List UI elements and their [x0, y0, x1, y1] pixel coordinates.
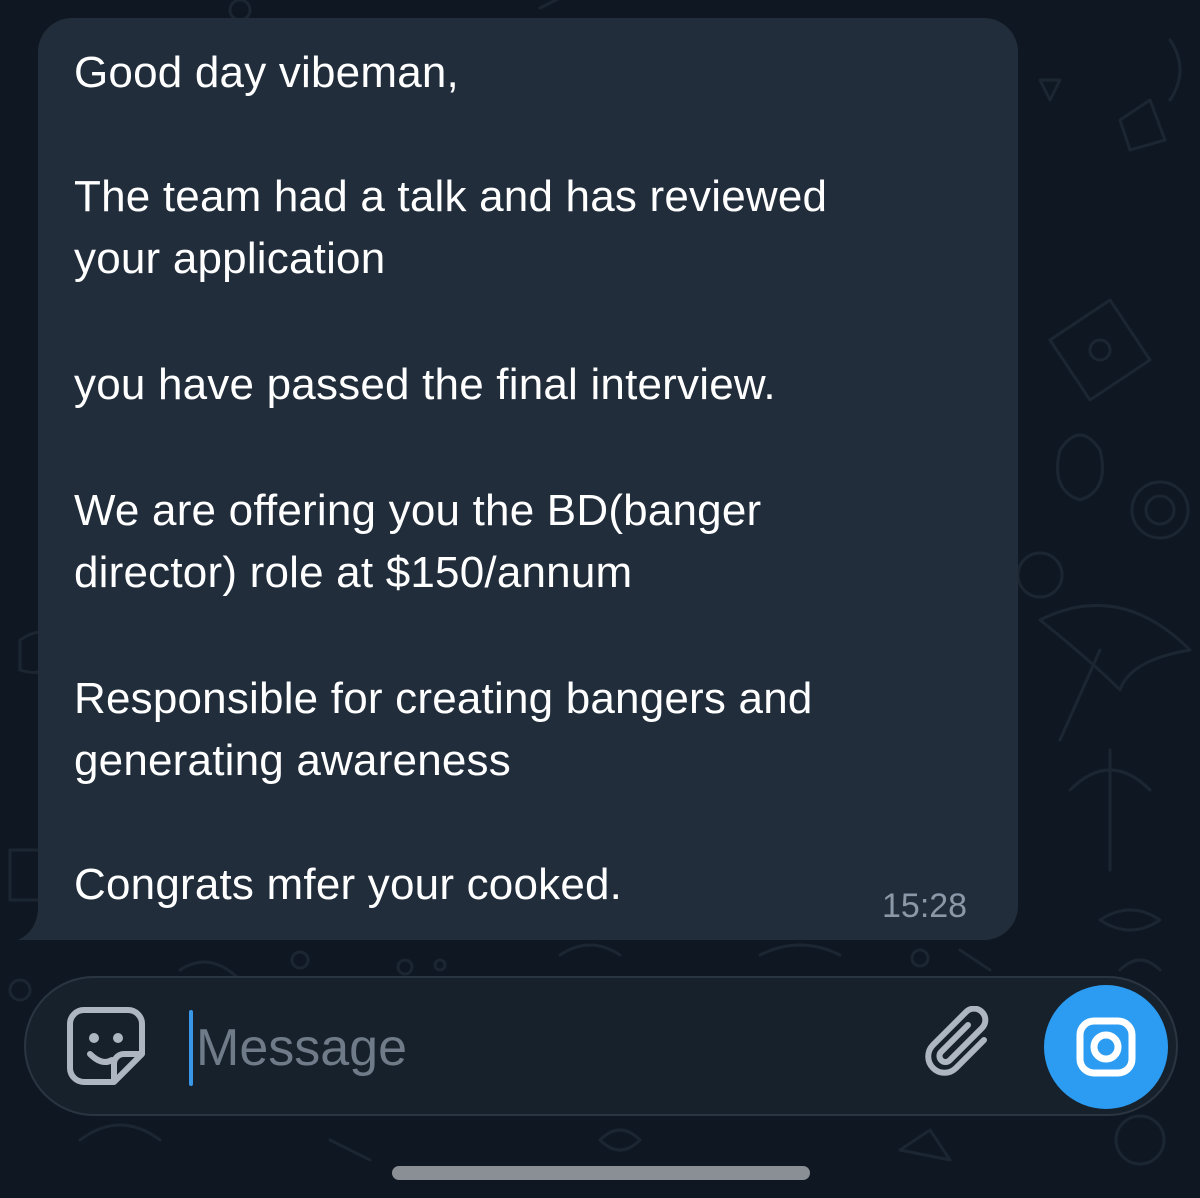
- sticker-emoji-icon[interactable]: [66, 1006, 146, 1086]
- message-line: The team had a talk and has reviewed: [74, 172, 828, 221]
- chat-area[interactable]: Good day vibeman, The team had a talk an…: [0, 0, 1200, 960]
- message-line: generating awareness: [74, 736, 511, 785]
- message-line: director) role at $150/annum: [74, 548, 633, 597]
- message-line: We are offering you the BD(banger: [74, 486, 762, 535]
- message-line: you have passed the final interview.: [74, 360, 776, 409]
- home-indicator[interactable]: [392, 1166, 810, 1180]
- camera-icon: [1076, 1017, 1136, 1077]
- paperclip-icon[interactable]: [922, 1005, 1002, 1090]
- message-input[interactable]: [196, 1012, 896, 1084]
- incoming-message-bubble[interactable]: [38, 18, 1018, 940]
- message-line: Good day vibeman,: [74, 48, 459, 97]
- message-line: your application: [74, 234, 386, 283]
- message-line: Responsible for creating bangers and: [74, 674, 813, 723]
- camera-button[interactable]: [1044, 985, 1168, 1109]
- message-line: Congrats mfer your cooked.: [74, 860, 623, 909]
- text-caret: [189, 1010, 193, 1086]
- message-timestamp: 15:28: [882, 887, 968, 925]
